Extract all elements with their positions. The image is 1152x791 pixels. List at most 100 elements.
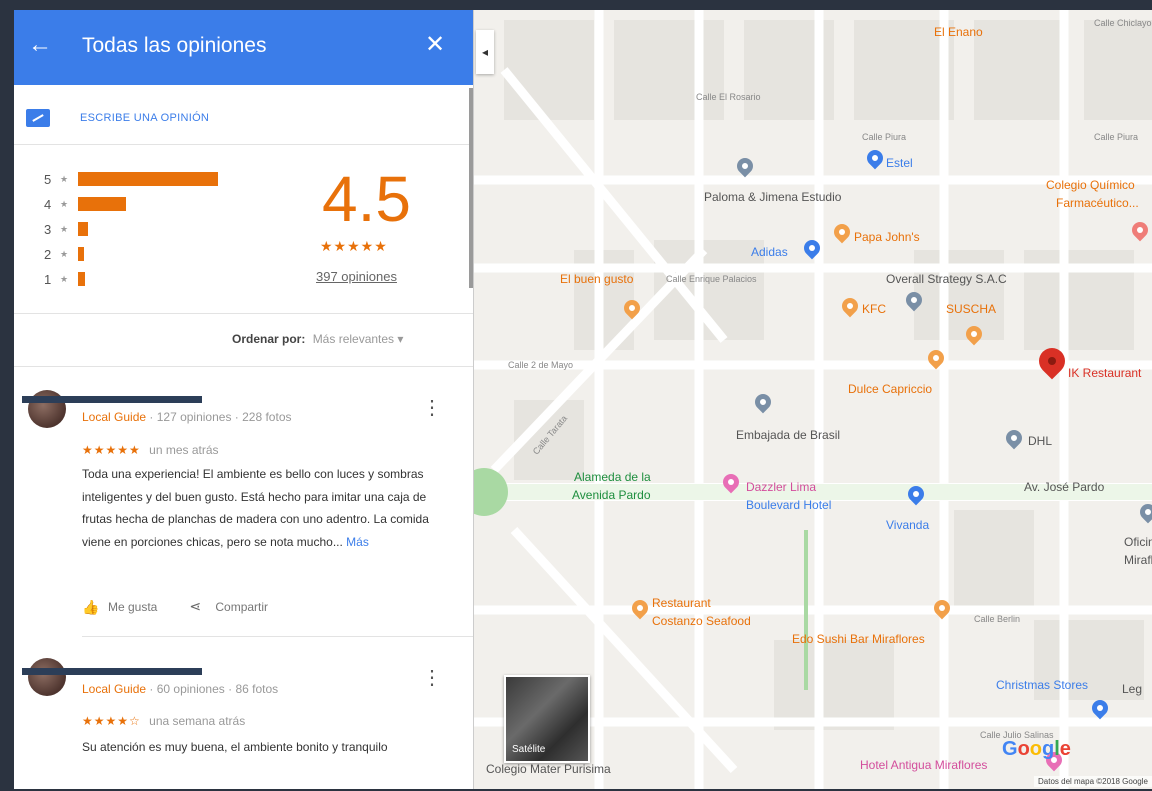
street-label: Calle Chiclayo bbox=[1094, 18, 1152, 28]
map-label-el-buen-gusto[interactable]: El buen gusto bbox=[560, 272, 633, 286]
map-label-vivanda[interactable]: Vivanda bbox=[886, 518, 929, 532]
map-label-ik-restaurant[interactable]: IK Restaurant bbox=[1068, 366, 1141, 380]
street-label: Av. José Pardo bbox=[1024, 480, 1105, 494]
map-label-hotel-antigua[interactable]: Hotel Antigua Miraflores bbox=[860, 758, 987, 772]
street-label: Calle 2 de Mayo bbox=[508, 360, 574, 370]
map-label-dulce-capriccio[interactable]: Dulce Capriccio bbox=[848, 382, 932, 396]
rating-bar bbox=[78, 197, 126, 211]
divider bbox=[14, 144, 473, 145]
more-options-icon[interactable]: ⋮ bbox=[422, 668, 442, 688]
map-label-kfc[interactable]: KFC bbox=[862, 302, 886, 316]
map-label-costanzo[interactable]: Restaurant bbox=[652, 596, 711, 610]
reviewer-stats: · 60 opiniones · 86 fotos bbox=[149, 682, 279, 696]
map-label-edo-sushi[interactable]: Edo Sushi Bar Miraflores bbox=[792, 632, 925, 646]
map-label-costanzo-2[interactable]: Costanzo Seafood bbox=[652, 614, 751, 628]
write-review-icon bbox=[26, 109, 50, 127]
rating-row-stars: 3 bbox=[44, 221, 52, 237]
street-label: Calle Piura bbox=[862, 132, 907, 142]
rating-row-3: 3 ★ bbox=[44, 220, 88, 238]
divider bbox=[82, 636, 473, 637]
redacted-name bbox=[22, 668, 202, 675]
average-stars: ★★★★★ bbox=[320, 238, 388, 254]
map-label-papa-johns[interactable]: Papa John's bbox=[854, 230, 920, 244]
app-frame: ← Todas las opiniones ✕ ESCRIBE UNA OPIN… bbox=[14, 10, 1152, 789]
review-rating: ★★★★★ un mes atrás bbox=[82, 443, 219, 457]
share-icon[interactable]: ⋖ bbox=[189, 598, 205, 615]
street-label: Calle Enrique Palacios bbox=[666, 274, 757, 284]
review-stars: ★★★★★ bbox=[82, 443, 141, 457]
review-body: Su atención es muy buena, el ambiente bo… bbox=[82, 740, 388, 754]
street-label: Calle Piura bbox=[1094, 132, 1139, 142]
review-count-link[interactable]: 397 opiniones bbox=[316, 269, 397, 284]
street-label: Calle Berlin bbox=[974, 614, 1021, 624]
reviewer-meta: Local Guide · 127 opiniones · 228 fotos bbox=[82, 410, 292, 424]
close-icon[interactable]: ✕ bbox=[422, 32, 448, 58]
map-label-oficina[interactable]: Oficin bbox=[1124, 535, 1152, 549]
street-label: Calle El Rosario bbox=[696, 92, 761, 102]
avatar[interactable] bbox=[28, 658, 66, 696]
map-label-dazzler[interactable]: Dazzler Lima bbox=[746, 480, 816, 494]
rating-bar bbox=[78, 222, 88, 236]
map-label-suscha[interactable]: SUSCHA bbox=[946, 302, 996, 316]
map-label-estel[interactable]: Estel bbox=[886, 156, 913, 170]
write-review-label: ESCRIBE UNA OPINIÓN bbox=[80, 112, 210, 124]
local-guide-label[interactable]: Local Guide bbox=[82, 682, 146, 696]
reviewer-meta: Local Guide · 60 opiniones · 86 fotos bbox=[82, 682, 278, 696]
rating-bar bbox=[78, 247, 84, 261]
satellite-label: Satélite bbox=[512, 744, 546, 755]
thumbs-up-icon[interactable]: 👍 bbox=[82, 600, 99, 614]
local-guide-label[interactable]: Local Guide bbox=[82, 410, 146, 424]
redacted-name bbox=[22, 396, 202, 403]
divider bbox=[14, 366, 473, 367]
share-button[interactable]: Compartir bbox=[215, 600, 268, 614]
sort-label: Ordenar por: bbox=[232, 332, 306, 346]
map-streets bbox=[474, 10, 1152, 789]
back-arrow-icon[interactable]: ← bbox=[28, 32, 54, 58]
rating-row-stars: 2 bbox=[44, 246, 52, 262]
rating-row-stars: 5 bbox=[44, 171, 52, 187]
map-label-leg[interactable]: Leg bbox=[1122, 682, 1142, 696]
panel-title: Todas las opiniones bbox=[82, 34, 267, 57]
rating-row-2: 2 ★ bbox=[44, 245, 84, 263]
panel-header: ← Todas las opiniones ✕ bbox=[14, 10, 473, 85]
sort-dropdown[interactable]: Ordenar por: Más relevantes ▾ bbox=[232, 332, 403, 346]
average-rating: 4.5 bbox=[322, 163, 411, 235]
map-label-colegio[interactable]: Colegio Químico bbox=[1046, 178, 1135, 192]
map-label-christmas-stores[interactable]: Christmas Stores bbox=[996, 678, 1088, 692]
star-icon: ★ bbox=[60, 173, 69, 184]
review-actions: 👍 Me gusta ⋖ Compartir bbox=[82, 598, 268, 615]
rating-row-1: 1 ★ bbox=[44, 270, 85, 288]
sort-value: Más relevantes ▾ bbox=[312, 332, 404, 346]
map-view[interactable]: ◂ El Enano Calle El Rosario Calle Piura … bbox=[474, 10, 1152, 789]
map-label-farmaceutico[interactable]: Farmacéutico... bbox=[1056, 196, 1139, 210]
map-label-colegio-mater[interactable]: Colegio Mater Purisima bbox=[486, 762, 611, 776]
more-link[interactable]: Más bbox=[346, 535, 369, 549]
map-data-credit[interactable]: Datos del mapa ©2018 Google bbox=[1034, 776, 1152, 787]
rating-row-stars: 4 bbox=[44, 196, 52, 212]
star-icon: ★ bbox=[60, 223, 69, 234]
map-label-dazzler-2[interactable]: Boulevard Hotel bbox=[746, 498, 831, 512]
review-time: un mes atrás bbox=[149, 443, 219, 457]
more-options-icon[interactable]: ⋮ bbox=[422, 398, 442, 418]
rating-bar bbox=[78, 272, 85, 286]
map-label-oficina-2[interactable]: Miraflo bbox=[1124, 553, 1152, 567]
review-text: Su atención es muy buena, el ambiente bo… bbox=[82, 736, 452, 759]
collapse-panel-button[interactable]: ◂ bbox=[476, 30, 494, 74]
map-label-dhl[interactable]: DHL bbox=[1028, 434, 1052, 448]
review-rating: ★★★★☆ una semana atrás bbox=[82, 714, 245, 728]
reviews-panel: ← Todas las opiniones ✕ ESCRIBE UNA OPIN… bbox=[14, 10, 474, 789]
divider bbox=[14, 313, 473, 314]
star-icon: ★ bbox=[60, 248, 69, 259]
map-label-overall[interactable]: Overall Strategy S.A.C bbox=[886, 272, 1007, 286]
map-label-embajada[interactable]: Embajada de Brasil bbox=[736, 428, 840, 442]
satellite-toggle-button[interactable]: Satélite bbox=[504, 675, 590, 763]
map-label-paloma[interactable]: Paloma & Jimena Estudio bbox=[704, 190, 841, 204]
map-label-adidas[interactable]: Adidas bbox=[751, 245, 788, 259]
star-icon: ★ bbox=[60, 273, 69, 284]
rating-row-4: 4 ★ bbox=[44, 195, 126, 213]
map-label-alameda[interactable]: Alameda de la bbox=[574, 470, 651, 484]
map-label-el-enano[interactable]: El Enano bbox=[934, 25, 983, 39]
like-button[interactable]: Me gusta bbox=[108, 600, 157, 614]
write-review-button[interactable]: ESCRIBE UNA OPINIÓN bbox=[26, 108, 209, 128]
map-label-alameda-2[interactable]: Avenida Pardo bbox=[572, 488, 651, 502]
